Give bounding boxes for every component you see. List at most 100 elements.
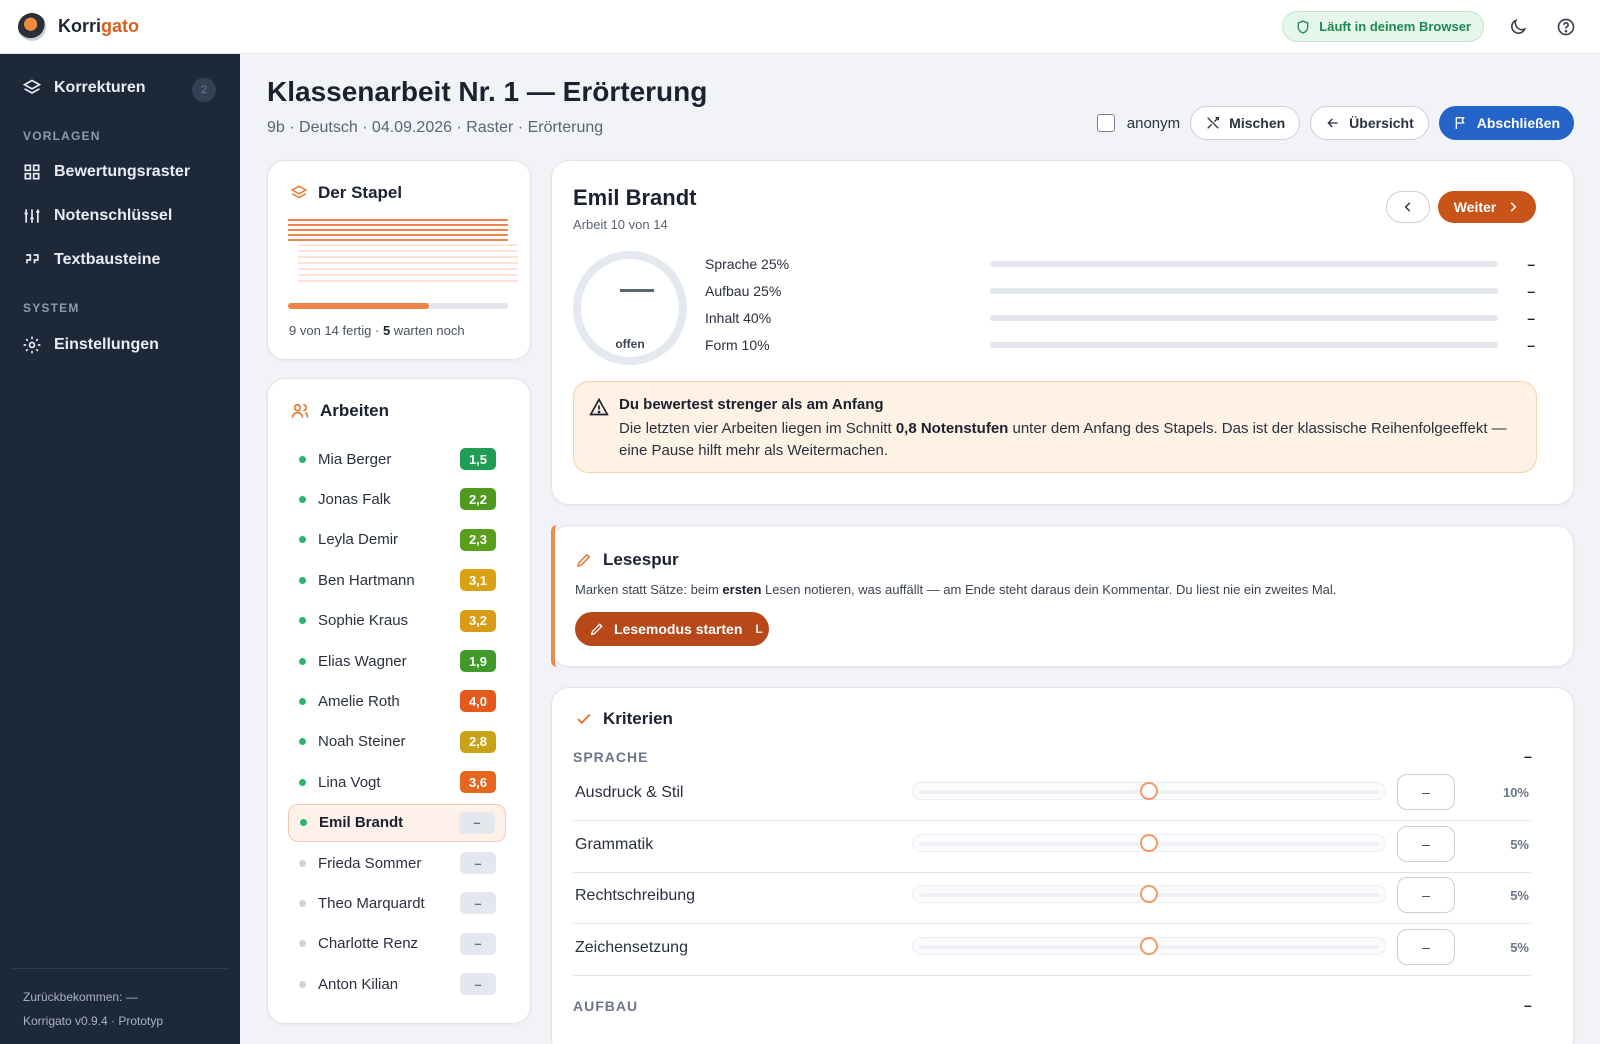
grade-badge: 1,5 <box>460 448 496 470</box>
criterion-label: Rechtschreibung <box>575 887 696 904</box>
work-list-item[interactable]: Emil Brandt – <box>288 803 506 842</box>
section-label-system: SYSTEM <box>23 301 80 315</box>
sidebar-item-notenschluessel[interactable]: Notenschlüssel <box>22 206 172 226</box>
work-list-item[interactable]: Lina Vogt 3,6 <box>288 763 506 801</box>
status-dot <box>300 819 307 827</box>
student-name: Noah Steiner <box>318 733 406 751</box>
logo-icon <box>18 12 46 41</box>
criterion-slider[interactable] <box>912 885 1386 903</box>
sidebar-item-textbausteine[interactable]: Textbausteine <box>22 250 160 270</box>
sidebar-item-einstellungen[interactable]: Einstellungen <box>22 335 159 355</box>
stack-progress-fill <box>288 303 429 309</box>
sidebar-item-label: Textbausteine <box>54 251 161 268</box>
work-list-item[interactable]: Jonas Falk 2,2 <box>288 480 506 518</box>
stack-card-title: Der Stapel <box>290 183 402 203</box>
page-subtitle: 9b · Deutsch · 04.09.2026 · Raster · Erö… <box>267 119 604 136</box>
slider-thumb[interactable] <box>1140 885 1158 903</box>
grade-badge: – <box>459 811 495 834</box>
student-position: Arbeit 10 von 14 <box>573 217 668 232</box>
shuffle-button[interactable]: Mischen <box>1190 106 1301 140</box>
criterion-weight: 5% <box>1510 888 1529 903</box>
work-list-item[interactable]: Anton Kilian – <box>288 965 506 1003</box>
work-list-item[interactable]: Leyla Demir 2,3 <box>288 521 506 559</box>
sidebar: Korrekturen 2 VORLAGEN Bewertungsraster … <box>0 54 240 1044</box>
anonym-checkbox[interactable] <box>1096 114 1115 132</box>
student-name: Ben Hartmann <box>318 571 415 589</box>
criterion-weight: 5% <box>1510 836 1529 852</box>
criterion-summary-row: Form 10% – <box>705 335 1535 355</box>
criterion-row: Grammatik – 5% <box>573 821 1531 873</box>
anonym-toggle[interactable]: anonym <box>1096 114 1181 132</box>
sidebar-item-label: Korrekturen <box>54 79 146 96</box>
criterion-weight: 5% <box>1510 939 1529 955</box>
work-list-item[interactable]: Sophie Kraus 3,2 <box>288 602 506 640</box>
student-name: Elias Wagner <box>318 652 407 670</box>
work-list-item[interactable]: Noah Steiner 2,8 <box>288 723 506 761</box>
pencil-icon <box>590 623 603 636</box>
chevron-left-icon <box>1404 202 1411 212</box>
browser-badge-label: Läuft in deinem Browser <box>1319 19 1471 34</box>
moon-icon <box>1511 18 1527 34</box>
grade-badge: – <box>460 973 496 996</box>
work-list-item[interactable]: Theo Marquardt – <box>288 884 506 922</box>
work-list-item[interactable]: Amelie Roth 4,0 <box>288 682 506 720</box>
student-name: Sophie Kraus <box>318 612 409 630</box>
criterion-value: – <box>1527 283 1535 299</box>
work-list-item[interactable]: Ben Hartmann 3,1 <box>288 561 506 599</box>
work-list-item[interactable]: Mia Berger 1,5 <box>288 440 506 478</box>
lesespur-accent <box>551 525 557 667</box>
previous-button[interactable] <box>1386 191 1430 223</box>
korrekturen-count-badge: 2 <box>192 78 216 102</box>
grade-badge: 2,3 <box>460 528 496 551</box>
quote-icon <box>26 254 39 264</box>
overview-button[interactable]: Übersicht <box>1310 106 1429 140</box>
start-reading-mode-button[interactable]: Lesemodus starten L <box>575 612 769 646</box>
lesespur-description: Marken statt Sätze: beim ersten Lesen no… <box>575 582 1337 597</box>
lesespur-card: Lesespur Marken statt Sätze: beim ersten… <box>551 525 1574 667</box>
dark-mode-toggle[interactable] <box>1504 13 1532 41</box>
grade-badge: 2,8 <box>460 730 496 753</box>
slider-thumb[interactable] <box>1140 833 1158 852</box>
slider-thumb[interactable] <box>1140 936 1158 955</box>
criterion-score-input[interactable]: – <box>1397 825 1455 862</box>
work-list-item[interactable]: Frieda Sommer – <box>288 844 506 882</box>
layers-icon <box>290 185 308 199</box>
grade-ring-label: offen <box>615 337 645 351</box>
anonym-label: anonym <box>1126 114 1181 132</box>
criterion-score-input[interactable]: – <box>1397 928 1455 965</box>
grade-badge: – <box>460 892 496 915</box>
status-dot <box>299 576 306 584</box>
next-button[interactable]: Weiter <box>1438 191 1536 223</box>
work-list-item[interactable]: Elias Wagner 1,9 <box>288 642 506 680</box>
header-actions: anonym Mischen Übersicht Abschließen <box>1096 106 1574 140</box>
student-name: Anton Kilian <box>318 975 399 993</box>
sidebar-item-korrekturen[interactable]: Korrekturen <box>22 78 146 98</box>
criterion-label: Aufbau 25% <box>705 283 782 299</box>
help-button[interactable] <box>1552 13 1580 41</box>
criterion-slider[interactable] <box>912 782 1386 800</box>
criterion-slider[interactable] <box>912 833 1386 852</box>
shortcut-hint: L <box>755 622 763 636</box>
lesespur-title: Lesespur <box>575 550 679 570</box>
stack-title-text: Der Stapel <box>318 183 403 202</box>
criterion-weight: 10% <box>1502 785 1529 800</box>
criterion-slider[interactable] <box>912 936 1386 955</box>
grade-badge: – <box>460 852 496 874</box>
grade-badge: 3,2 <box>460 609 496 632</box>
criterion-row: Zeichensetzung – 5% <box>573 924 1531 976</box>
works-card-title: Arbeiten <box>290 401 389 421</box>
grid-icon <box>24 164 40 180</box>
work-list-item[interactable]: Charlotte Renz – <box>288 925 506 963</box>
criterion-score-input[interactable]: – <box>1397 877 1455 913</box>
finish-button[interactable]: Abschließen <box>1438 106 1574 140</box>
criterion-score-input[interactable]: – <box>1397 774 1455 810</box>
brand-logo[interactable]: Korrigato <box>0 12 139 41</box>
sidebar-item-label: Einstellungen <box>54 336 159 353</box>
grade-badge: 3,1 <box>460 569 496 592</box>
status-dot <box>299 859 306 867</box>
status-dot <box>299 899 306 907</box>
criterion-bar <box>990 261 1498 267</box>
slider-thumb[interactable] <box>1140 782 1158 800</box>
student-name: Emil Brandt <box>319 814 404 832</box>
sidebar-item-bewertungsraster[interactable]: Bewertungsraster <box>22 162 190 182</box>
